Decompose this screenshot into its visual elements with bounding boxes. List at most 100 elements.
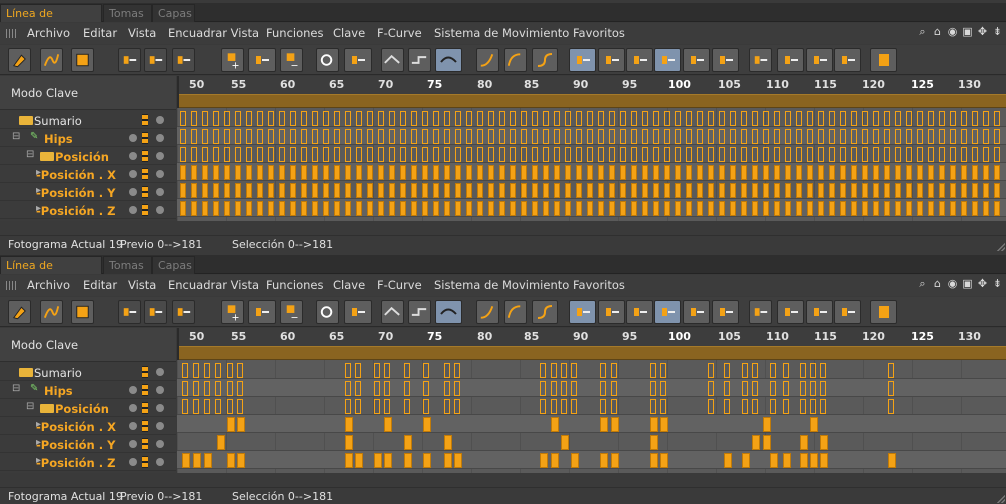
enable-dot-icon[interactable] [156,206,164,214]
keyframe[interactable] [454,363,460,378]
auto-tangent-button[interactable] [569,300,596,324]
keyframe[interactable] [279,111,285,126]
keyframe[interactable] [191,111,197,126]
lock-tangent-button[interactable] [777,300,804,324]
keyframe[interactable] [571,363,577,378]
keyframe[interactable] [227,399,233,414]
keyframe[interactable] [862,147,868,162]
keyframe[interactable] [422,111,428,126]
key-track[interactable] [177,451,1006,469]
keyframe[interactable] [719,183,725,198]
keyframe[interactable] [334,201,340,216]
enable-dot-icon[interactable] [156,458,164,466]
key-track[interactable] [177,145,1006,163]
keyframe[interactable] [466,129,472,144]
keyframe[interactable] [650,363,656,378]
keyframe[interactable] [204,363,210,378]
keyframe[interactable] [423,417,431,432]
keyframe[interactable] [400,111,406,126]
keyframe[interactable] [180,129,186,144]
keyframe[interactable] [730,129,736,144]
keyframe[interactable] [389,165,395,180]
keyframe[interactable] [895,129,901,144]
keyframe[interactable] [895,147,901,162]
keyframe[interactable] [455,147,461,162]
keyframe[interactable] [807,201,813,216]
key-track[interactable] [177,397,1006,415]
keyframe[interactable] [763,129,769,144]
keyframe[interactable] [367,165,373,180]
ease-in-button[interactable] [476,300,499,324]
keyframe[interactable] [884,129,890,144]
keyframe[interactable] [763,201,769,216]
keyframe[interactable] [600,417,608,432]
solo-dot-icon[interactable] [129,386,137,394]
keyframe[interactable] [653,147,659,162]
spline-button[interactable] [435,48,462,72]
tab-1[interactable]: Tomas [103,256,152,274]
keyframe[interactable] [180,111,186,126]
keyframe[interactable] [783,453,791,468]
keyframe[interactable] [708,399,714,414]
keyframe[interactable] [224,165,230,180]
enable-dot-icon[interactable] [156,368,164,376]
keyframe[interactable] [783,399,789,414]
keyframe[interactable] [888,381,894,396]
keyframe[interactable] [708,201,714,216]
keyframe[interactable] [800,381,806,396]
keyframe[interactable] [565,201,571,216]
keyframe[interactable] [204,381,210,396]
keyframe[interactable] [217,435,225,450]
spline-button[interactable] [435,300,462,324]
lock-icon[interactable] [142,132,148,144]
grip-handle[interactable] [6,281,18,290]
keyframe[interactable] [466,165,472,180]
keyframe[interactable] [818,201,824,216]
keyframe[interactable] [334,147,340,162]
keyframe[interactable] [455,183,461,198]
keyframe[interactable] [994,183,1000,198]
keyframe[interactable] [367,201,373,216]
keyframe[interactable] [345,111,351,126]
keyframe[interactable] [290,183,296,198]
keyframe[interactable] [675,183,681,198]
menu-item[interactable]: Funciones [266,26,323,40]
weight-button[interactable] [626,300,653,324]
menu-item[interactable]: Encuadrar Vista [168,26,259,40]
keyframe[interactable] [730,111,736,126]
marker-button[interactable] [172,48,195,72]
zero-angle-button[interactable] [316,300,339,324]
keyframe[interactable] [888,363,894,378]
lock-time-button[interactable] [749,300,772,324]
lock-icon[interactable] [142,456,148,468]
keyframe[interactable] [796,201,802,216]
keyframe[interactable] [810,417,818,432]
snap-keys-button[interactable] [118,300,141,324]
keyframe[interactable] [510,111,516,126]
snap-keys-button[interactable] [118,48,141,72]
keyframe[interactable] [928,183,934,198]
keyframe[interactable] [554,129,560,144]
keyframe[interactable] [224,201,230,216]
keyframe[interactable] [660,417,668,432]
keyframe[interactable] [785,183,791,198]
keyframe[interactable] [400,201,406,216]
keyframe[interactable] [724,363,730,378]
keyframe[interactable] [367,111,373,126]
keyframe[interactable] [576,147,582,162]
keyframe[interactable] [543,183,549,198]
keyframe[interactable] [600,399,606,414]
snap-curve-button[interactable] [144,48,167,72]
keyframe[interactable] [356,129,362,144]
key-mode-button[interactable] [8,300,31,324]
keyframe[interactable] [367,129,373,144]
keyframe[interactable] [257,129,263,144]
keyframe[interactable] [697,201,703,216]
keyframe[interactable] [268,165,274,180]
keyframe[interactable] [444,147,450,162]
track-row[interactable]: ▸ -Posición . X [0,165,176,183]
keyframe[interactable] [770,363,776,378]
zero-length-button[interactable] [344,300,372,324]
keyframe[interactable] [543,111,549,126]
keyframe[interactable] [724,381,730,396]
